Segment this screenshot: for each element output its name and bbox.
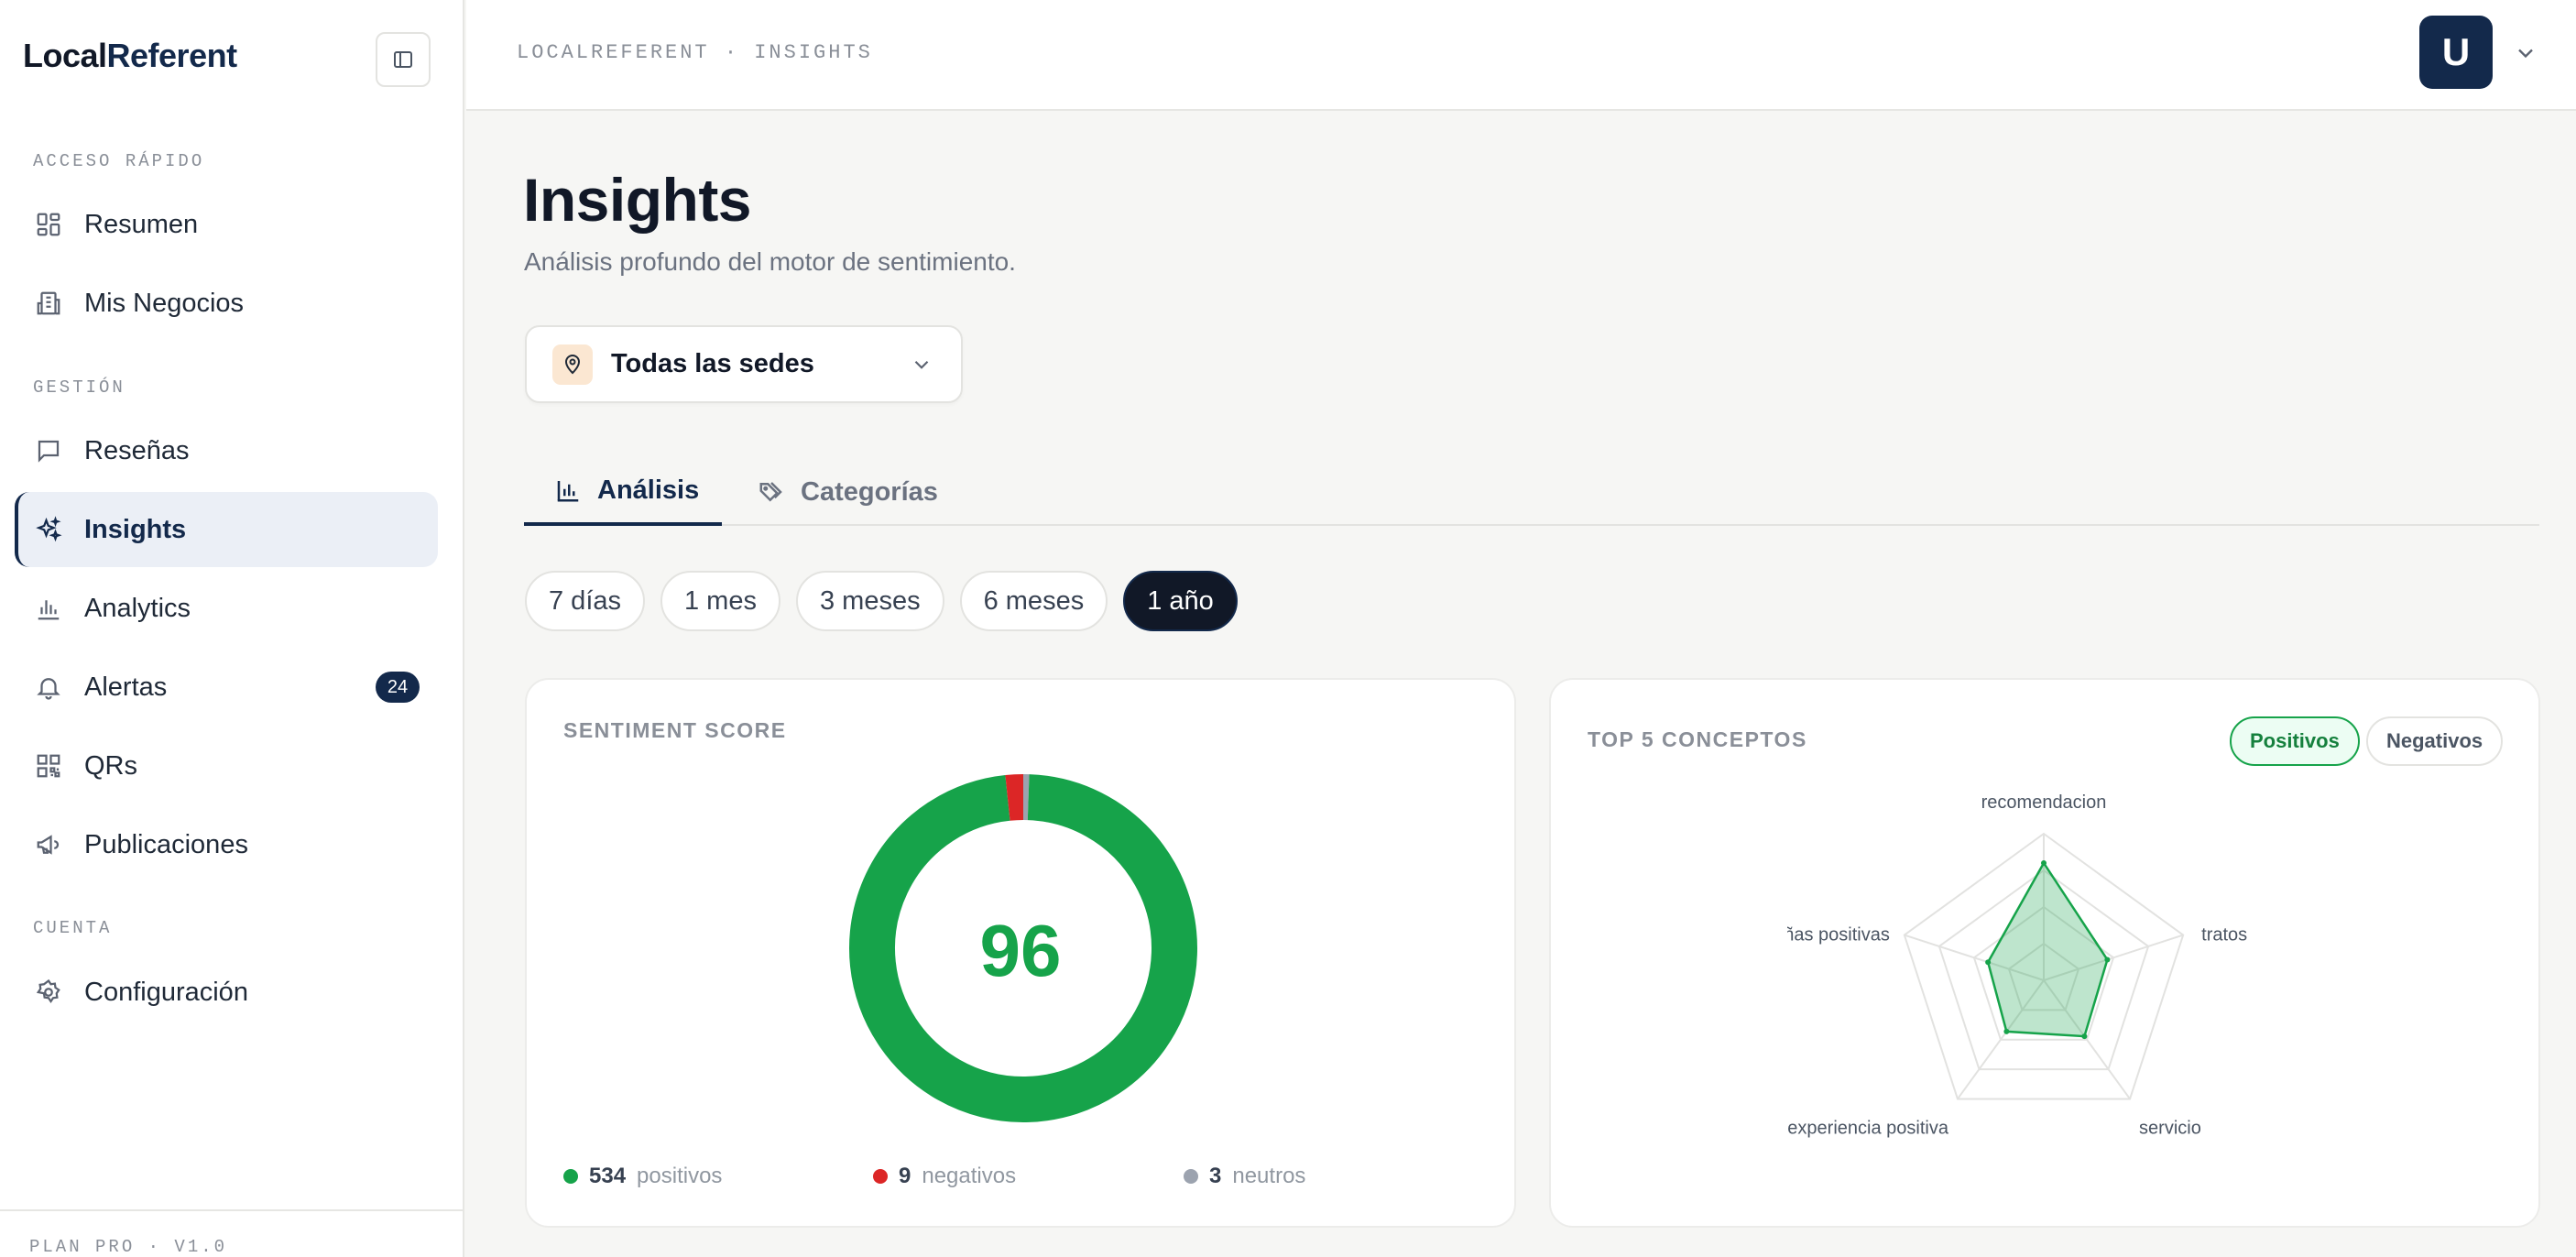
app-logo[interactable]: LocalReferent xyxy=(23,37,237,75)
sentiment-score-card: SENTIMENT SCORE 96 534 positivos 9 negat… xyxy=(525,678,1516,1228)
positive-label: positivos xyxy=(637,1164,723,1188)
megaphone-icon xyxy=(33,829,64,860)
legend-positive: 534 positivos xyxy=(563,1164,722,1189)
period-7-days[interactable]: 7 días xyxy=(525,571,645,631)
qr-icon xyxy=(33,750,64,782)
negative-count: 9 xyxy=(899,1164,911,1188)
sidebar-toggle-button[interactable] xyxy=(376,32,431,87)
negative-dot xyxy=(873,1169,888,1184)
tags-icon xyxy=(757,477,786,507)
page-subtitle: Análisis profundo del motor de sentimien… xyxy=(524,247,1016,276)
positive-dot xyxy=(563,1169,578,1184)
sidebar-item-label: Mis Negocios xyxy=(84,288,245,318)
toggle-positive-button[interactable]: Positivos xyxy=(2230,716,2360,766)
neutral-dot xyxy=(1184,1169,1198,1184)
tab-bar: Análisis Categorías xyxy=(524,458,2539,526)
tab-analisis[interactable]: Análisis xyxy=(524,458,722,526)
radar-axis-label: recomendacion xyxy=(1981,792,2107,813)
tab-categorias[interactable]: Categorías xyxy=(757,458,938,526)
sidebar-item-label: Configuración xyxy=(84,977,248,1007)
neutral-count: 3 xyxy=(1209,1164,1222,1188)
radar-axis-label: tratos xyxy=(2201,925,2247,945)
radar-point xyxy=(2104,956,2111,963)
sidebar-item-label: Analytics xyxy=(84,593,191,623)
legend-neutral: 3 neutros xyxy=(1184,1164,1305,1189)
sentiment-score-value: 96 xyxy=(979,910,1062,991)
gear-icon xyxy=(33,977,64,1008)
sidebar-item-resenas[interactable]: Reseñas xyxy=(15,413,438,488)
sidebar-footer: PLAN PRO · V1.0 xyxy=(0,1209,464,1257)
sidebar-item-qrs[interactable]: QRs xyxy=(15,728,438,803)
grid-icon xyxy=(33,209,64,240)
sidebar-item-label: QRs xyxy=(84,750,137,781)
radar-point xyxy=(2041,860,2047,866)
radar-point xyxy=(2081,1033,2088,1040)
concepts-radar-chart: recomendacion tratos servicio experiencia p… xyxy=(1787,792,2247,1138)
donut-slice-negative xyxy=(1005,774,1024,821)
sidebar-item-label: Reseñas xyxy=(84,435,190,465)
logo-accent: Referent xyxy=(106,37,238,74)
period-1-month[interactable]: 1 mes xyxy=(660,571,780,631)
logo-main: Local xyxy=(23,37,107,74)
plan-version-label: PLAN PRO · V1.0 xyxy=(29,1237,228,1257)
location-select[interactable]: Todas las sedes xyxy=(525,325,963,403)
bell-icon xyxy=(33,672,64,703)
sidebar-item-publicaciones[interactable]: Publicaciones xyxy=(15,807,438,882)
positive-count: 534 xyxy=(589,1164,627,1188)
sidebar: LocalReferent ACCESO RÁPIDO Resumen Mis … xyxy=(0,0,464,1257)
sidebar-item-alertas[interactable]: Alertas 24 xyxy=(15,650,438,725)
period-6-months[interactable]: 6 meses xyxy=(959,571,1108,631)
tab-label: Categorías xyxy=(801,476,938,507)
sidebar-item-insights[interactable]: Insights xyxy=(15,492,438,567)
radar-point xyxy=(1985,959,1992,966)
sidebar-item-label: Publicaciones xyxy=(84,829,248,859)
chevron-down-icon[interactable] xyxy=(2513,40,2538,66)
card-title: SENTIMENT SCORE xyxy=(563,718,787,742)
chevron-down-icon xyxy=(914,360,929,369)
period-1-year[interactable]: 1 año xyxy=(1123,571,1238,631)
sidebar-item-label: Insights xyxy=(84,514,187,544)
sidebar-item-analytics[interactable]: Analytics xyxy=(15,571,438,646)
user-avatar[interactable]: U xyxy=(2419,16,2493,89)
negative-label: negativos xyxy=(922,1164,1017,1188)
section-label-management: GESTIÓN xyxy=(33,377,126,398)
map-pin-icon xyxy=(552,344,593,385)
alert-count-badge: 24 xyxy=(376,672,420,703)
message-icon xyxy=(33,435,64,466)
radar-axis-label: experiencia positiva xyxy=(1787,1118,1949,1138)
bar-chart-icon xyxy=(33,593,64,624)
card-title: TOP 5 CONCEPTOS xyxy=(1588,727,1807,751)
radar-point xyxy=(2003,1028,2010,1034)
breadcrumb: LOCALREFERENT · INSIGHTS xyxy=(517,41,873,64)
sidebar-item-label: Resumen xyxy=(84,209,199,239)
sidebar-item-mis-negocios[interactable]: Mis Negocios xyxy=(15,266,438,341)
period-3-months[interactable]: 3 meses xyxy=(795,571,944,631)
radar-axis-label: servicio xyxy=(2139,1118,2201,1138)
radar-series-area xyxy=(1986,860,2109,1038)
legend-negative: 9 negativos xyxy=(873,1164,1016,1189)
top-bar: LOCALREFERENT · INSIGHTS U xyxy=(466,0,2576,111)
sparkles-icon xyxy=(33,514,64,545)
sidebar-item-configuracion[interactable]: Configuración xyxy=(15,955,438,1030)
panel-icon xyxy=(394,51,412,68)
neutral-label: neutros xyxy=(1232,1164,1306,1188)
radar-axis-label: reseñas positivas xyxy=(1787,925,1890,945)
sidebar-item-resumen[interactable]: Resumen xyxy=(15,187,438,262)
tab-label: Análisis xyxy=(597,475,700,505)
period-selector: 7 días 1 mes 3 meses 6 meses 1 año xyxy=(525,571,1238,631)
page-title: Insights xyxy=(523,166,752,234)
location-select-value: Todas las sedes xyxy=(611,349,814,378)
bar-chart-icon xyxy=(553,475,583,505)
sidebar-item-label: Alertas xyxy=(84,672,168,702)
toggle-negative-button[interactable]: Negativos xyxy=(2366,716,2504,766)
section-label-quick-access: ACCESO RÁPIDO xyxy=(33,151,205,171)
section-label-account: CUENTA xyxy=(33,918,113,938)
building-icon xyxy=(33,288,64,319)
